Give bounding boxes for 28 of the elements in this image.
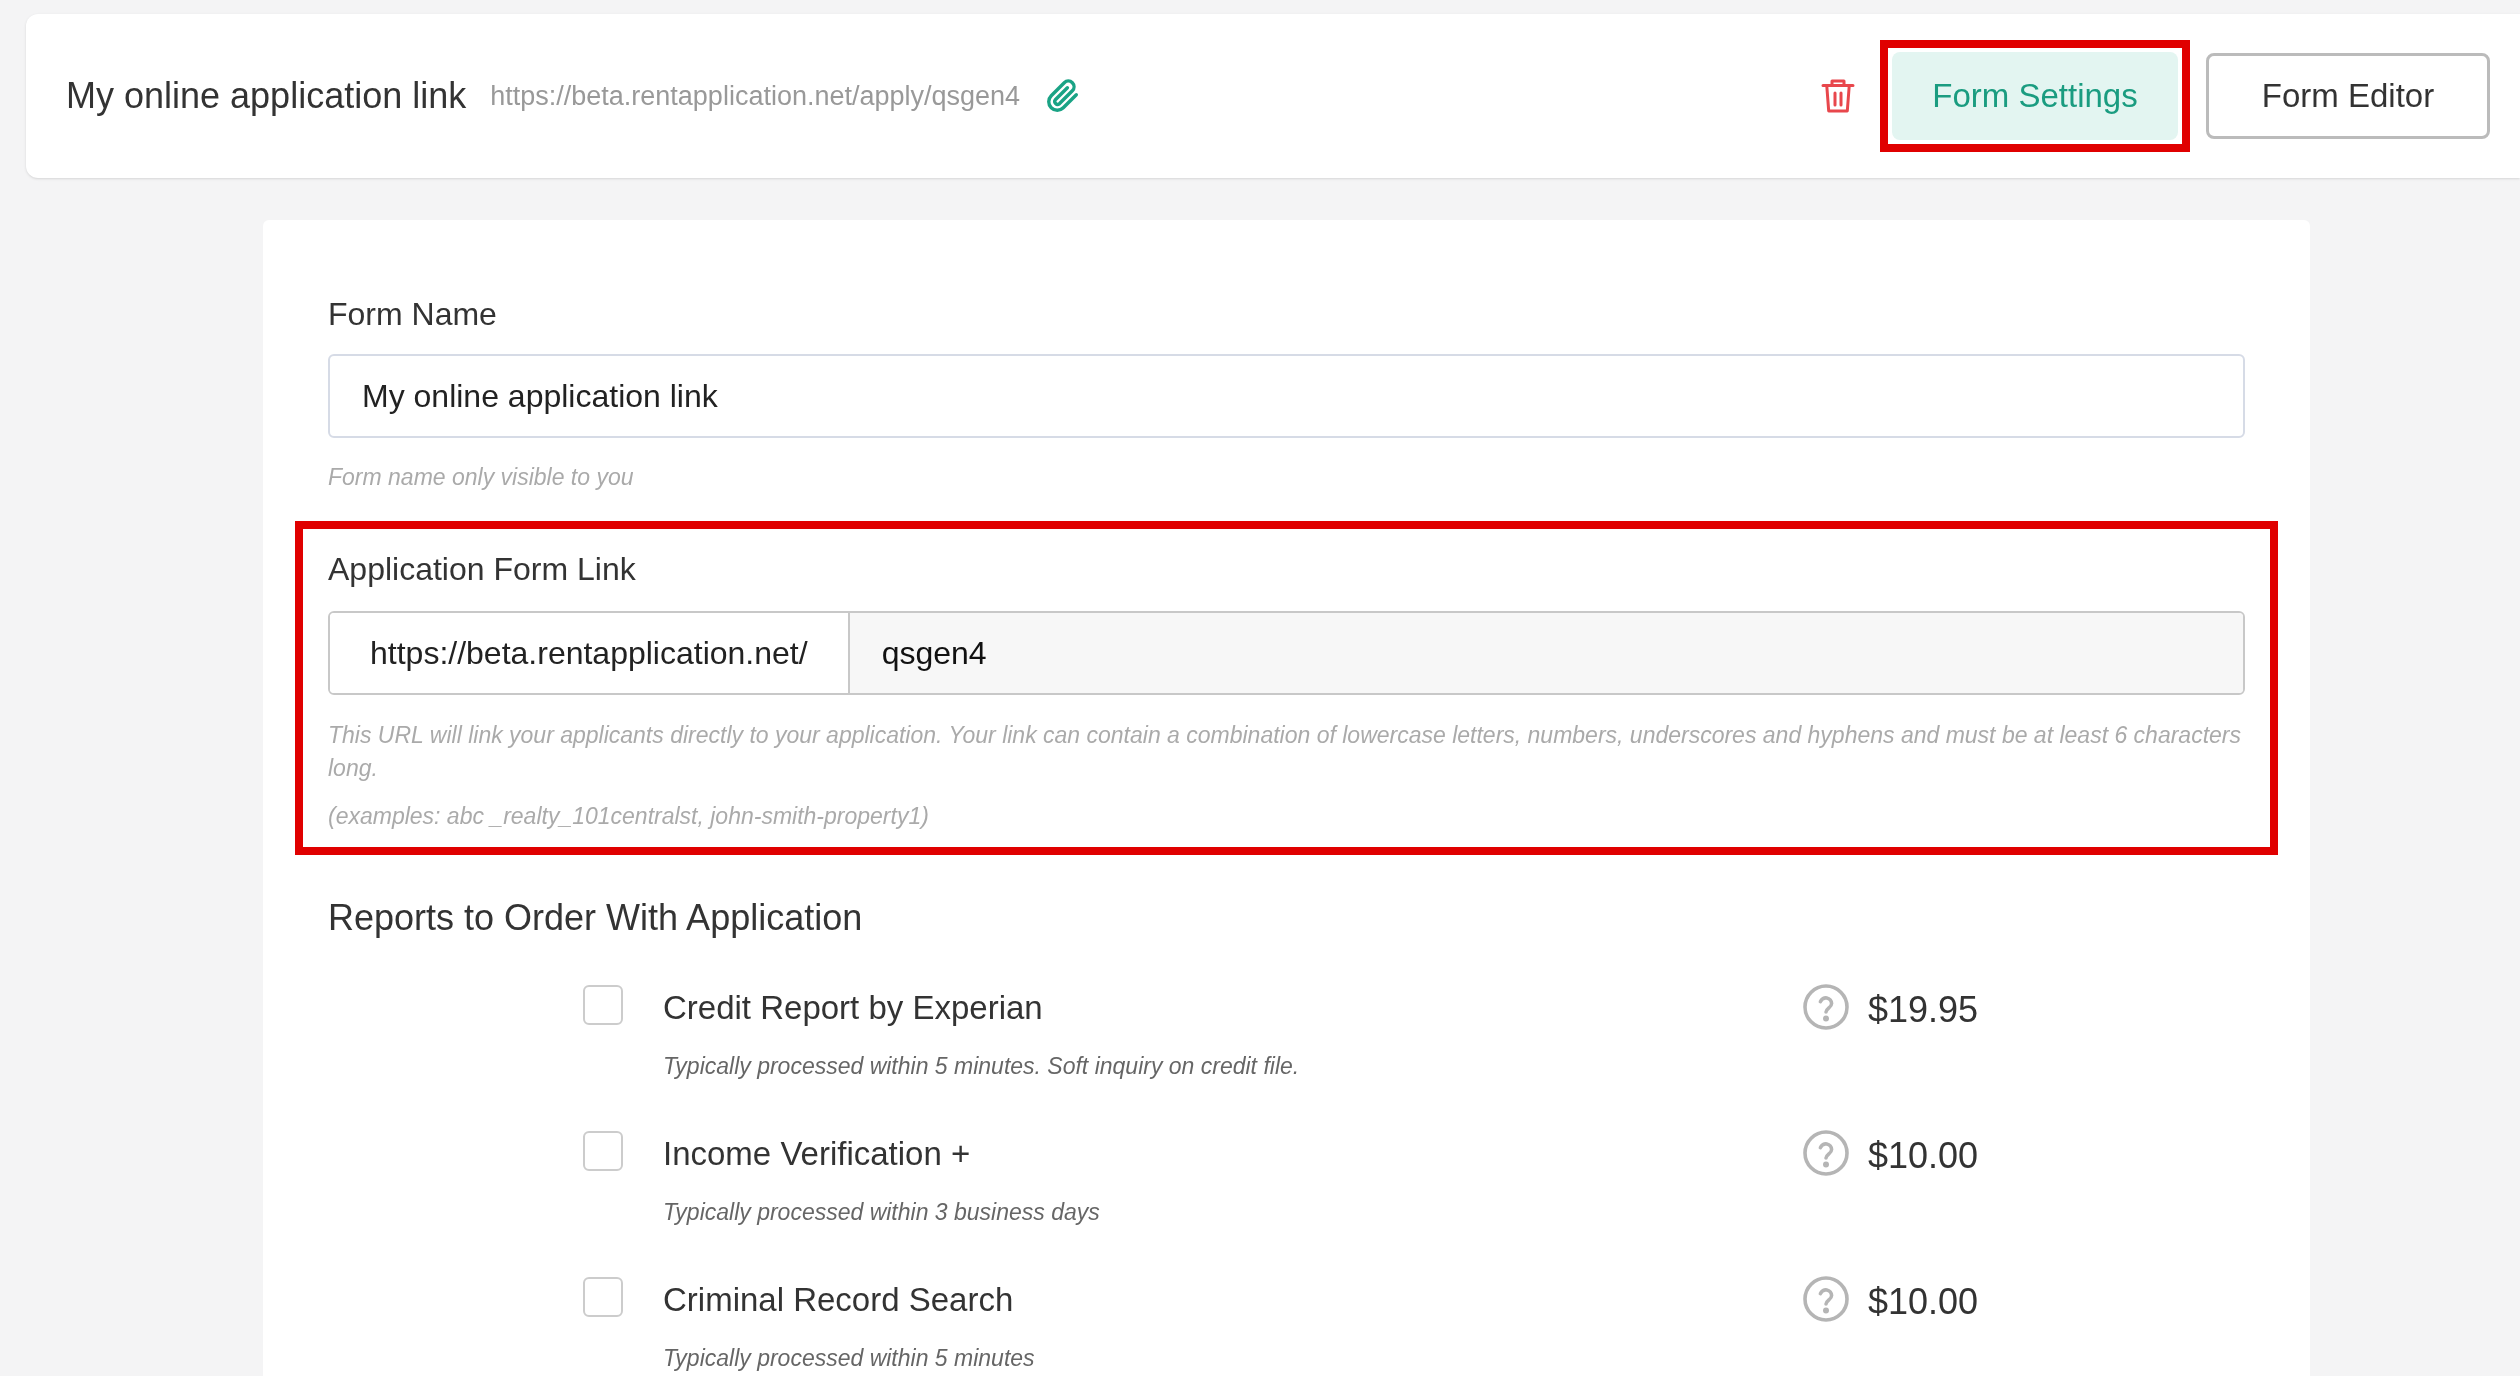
report-price: $19.95 <box>1867 988 1978 1032</box>
report-price: $10.00 <box>1867 1280 1978 1324</box>
report-description: Typically processed within 3 business days <box>663 1197 1101 1227</box>
form-link-field[interactable]: https://beta.rentapplication.net/ qsgen4 <box>328 610 2245 695</box>
report-checkbox[interactable] <box>583 1131 623 1171</box>
field-examples: (examples: abc _realty_101centralst, john-smith-property1) <box>328 801 930 831</box>
report-price: $10.00 <box>1867 1134 1978 1178</box>
report-description: Typically processed within 5 minutes <box>663 1343 1036 1373</box>
report-description: Typically processed within 5 minutes. Soft inquiry on credit file. <box>663 1051 1301 1081</box>
help-icon[interactable] <box>1801 1129 1850 1177</box>
form-title: My online application link <box>66 74 467 118</box>
help-icon[interactable] <box>1801 1275 1850 1323</box>
field-hint: Form name only visible to you <box>328 463 635 492</box>
report-name: Credit Report by Experian <box>663 988 1044 1028</box>
report-checkbox[interactable] <box>583 985 623 1025</box>
url-prefix: https://beta.rentapplication.net/ <box>330 612 850 693</box>
report-checkbox[interactable] <box>583 1277 623 1317</box>
report-name: Criminal Record Search <box>663 1280 1015 1320</box>
paperclip-icon[interactable] <box>1046 79 1081 113</box>
field-label: Form Name <box>328 295 498 334</box>
field-label: Application Form Link <box>328 549 637 589</box>
help-icon[interactable] <box>1801 983 1850 1031</box>
form-url: https://beta.rentapplication.net/apply/qsgen4 <box>490 79 1021 113</box>
form-tab-button[interactable]: Form Editor <box>2206 53 2490 139</box>
form-name-field[interactable]: My online application link <box>328 354 2245 438</box>
section-title: Reports to Order With Application <box>328 896 864 940</box>
report-name: Income Verification + <box>663 1134 972 1174</box>
field-hint: This URL will link your applicants directly to your application. Your link can contain a combination of lowercase letters, numbers, underscores and hyphens and must be at least 6 characters long. <box>328 720 2242 783</box>
